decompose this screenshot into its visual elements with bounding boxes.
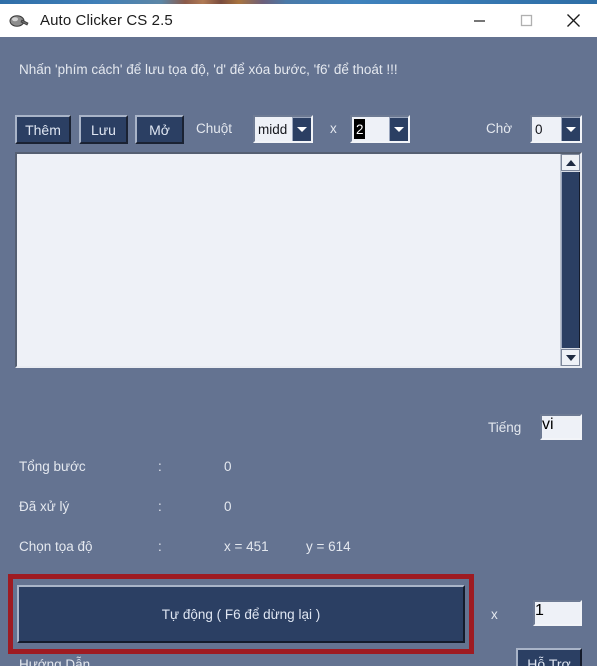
status-row-coordinates: Chọn tọa độ : x = 451 y = 614 xyxy=(0,539,597,561)
coordinates-label: Chọn tọa độ xyxy=(19,539,93,554)
chevron-down-icon[interactable] xyxy=(292,117,311,141)
click-times-fill xyxy=(365,117,389,141)
status-row-total-steps: Tổng bước : 0 xyxy=(0,459,597,481)
open-button[interactable]: Mở xyxy=(135,115,184,144)
chevron-down-icon[interactable] xyxy=(389,117,408,141)
total-steps-value: 0 xyxy=(224,459,232,474)
repeat-times-select[interactable]: 1 xyxy=(533,600,582,626)
processed-value: 0 xyxy=(224,499,232,514)
wait-value: 0 xyxy=(535,121,543,137)
toolbar: Thêm Lưu Mở Chuột midd x 2 Chờ 0 xyxy=(0,115,597,147)
steps-scrollbar[interactable] xyxy=(560,154,580,366)
steps-textarea-content[interactable] xyxy=(17,154,560,366)
repeat-times-label: x xyxy=(491,607,498,622)
repeat-times-value: 1 xyxy=(535,602,544,619)
close-button[interactable] xyxy=(550,4,597,37)
click-times-value: 2 xyxy=(354,119,365,139)
click-times-label: x xyxy=(330,121,337,136)
client-area: Nhấn 'phím cách' để lưu tọa độ, 'd' để x… xyxy=(0,37,597,666)
coordinate-y-value: y = 614 xyxy=(306,539,351,554)
scroll-up-icon[interactable] xyxy=(561,154,580,171)
language-select[interactable]: vi xyxy=(540,414,582,440)
titlebar: Auto Clicker CS 2.5 xyxy=(0,4,597,37)
add-step-button[interactable]: Thêm xyxy=(15,115,71,144)
mouse-label: Chuột xyxy=(196,121,233,136)
minimize-button[interactable] xyxy=(456,4,503,37)
processed-colon: : xyxy=(158,499,162,514)
coordinate-x-value: x = 451 xyxy=(224,539,269,554)
guide-link[interactable]: Hướng Dẫn xyxy=(19,657,90,666)
status-row-processed: Đã xử lý : 0 xyxy=(0,499,597,521)
processed-label: Đã xử lý xyxy=(19,499,70,514)
close-icon xyxy=(566,13,581,28)
mouse-button-select[interactable]: midd xyxy=(253,115,313,143)
chevron-down-icon[interactable] xyxy=(561,117,580,141)
support-button[interactable]: Hỗ Trợ xyxy=(516,648,582,666)
coordinates-colon: : xyxy=(158,539,162,554)
steps-textarea[interactable] xyxy=(15,152,582,368)
language-label: Tiếng xyxy=(488,420,522,435)
wait-label: Chờ xyxy=(486,121,513,136)
click-times-select[interactable]: 2 xyxy=(350,115,410,143)
window-title: Auto Clicker CS 2.5 xyxy=(40,12,173,29)
scroll-down-icon[interactable] xyxy=(561,349,580,366)
maximize-icon xyxy=(520,14,533,27)
total-steps-label: Tổng bước xyxy=(19,459,86,474)
total-steps-colon: : xyxy=(158,459,162,474)
mouse-button-value: midd xyxy=(258,121,288,137)
scrollbar-thumb[interactable] xyxy=(561,172,580,348)
wait-select[interactable]: 0 xyxy=(530,115,582,143)
hint-text: Nhấn 'phím cách' để lưu tọa độ, 'd' để x… xyxy=(19,62,398,77)
maximize-button[interactable] xyxy=(503,4,550,37)
save-button[interactable]: Lưu xyxy=(79,115,128,144)
auto-run-button[interactable]: Tự động ( F6 để dừng lại ) xyxy=(17,585,465,643)
mouse-icon xyxy=(4,4,34,37)
language-value: vi xyxy=(542,416,554,433)
minimize-icon xyxy=(473,14,486,27)
